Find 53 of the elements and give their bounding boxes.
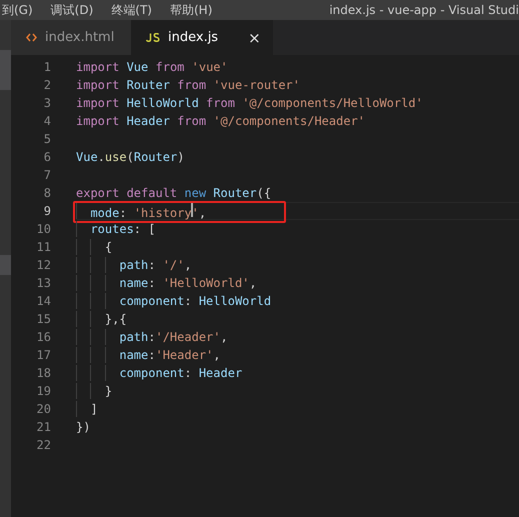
tab-label: index.js: [168, 30, 218, 45]
code-line: path:'/Header',: [118, 330, 228, 344]
line-number: 16: [36, 330, 51, 344]
line-number: 11: [36, 240, 51, 254]
line-number: 6: [42, 150, 51, 164]
line-number: 15: [36, 312, 51, 326]
close-icon[interactable]: ×: [248, 28, 261, 46]
text-cursor: [190, 202, 193, 217]
code-line: name:'Header',: [118, 348, 221, 362]
line-number: 5: [42, 132, 51, 146]
code-line: path: '/',: [118, 258, 192, 272]
code-line: import Router from 'vue-router': [76, 78, 300, 92]
line-number: 21: [36, 420, 51, 434]
line-number: 17: [36, 348, 51, 362]
code-brackets-icon: [26, 33, 37, 42]
window-title: index.js - vue-app - Visual Studi: [328, 3, 519, 17]
code-line: }: [104, 384, 112, 398]
editor-tab[interactable]: index.html: [11, 20, 131, 55]
line-number: 14: [36, 294, 51, 308]
code-line: component: HelloWorld: [118, 294, 272, 308]
tab-label: index.html: [45, 30, 114, 45]
line-number: 8: [42, 186, 51, 200]
code-line: Vue.use(Router): [76, 150, 184, 164]
line-number: 22: [36, 438, 51, 452]
line-number: 4: [42, 114, 51, 128]
code-line: export default new Router({: [76, 186, 272, 200]
code-line: routes: [: [89, 222, 156, 236]
code-line: ]: [89, 402, 98, 416]
editor-tab[interactable]: index.js ×: [131, 20, 273, 55]
line-number: 20: [36, 402, 51, 416]
menu-item[interactable]: 终端(T): [111, 2, 152, 18]
code-line: name: 'HelloWorld',: [118, 276, 257, 290]
menu-item[interactable]: 调试(D): [50, 2, 94, 18]
code-line: import Header from '@/components/Header': [76, 114, 366, 128]
line-number: 7: [42, 168, 51, 182]
line-number: 12: [36, 258, 51, 272]
line-number: 13: [36, 276, 51, 290]
line-number: 10: [36, 222, 51, 236]
line-number: 2: [42, 78, 51, 92]
line-number: 1: [42, 60, 51, 74]
menu-item[interactable]: 到(G): [2, 2, 33, 18]
code-line: import HelloWorld from '@/components/HelloWorld': [76, 96, 423, 110]
code-line: },{: [104, 312, 127, 326]
js-icon: [146, 33, 160, 42]
menu-item[interactable]: 帮助(H): [170, 2, 212, 18]
code-line: component: Header: [118, 366, 242, 380]
line-number: 9: [42, 204, 51, 218]
code-line: {: [104, 240, 112, 254]
line-number: 18: [36, 366, 51, 380]
code-line: }): [76, 420, 90, 434]
line-number: 19: [36, 384, 51, 398]
line-number: 3: [42, 96, 51, 110]
code-line: import Vue from 'vue': [76, 60, 228, 74]
